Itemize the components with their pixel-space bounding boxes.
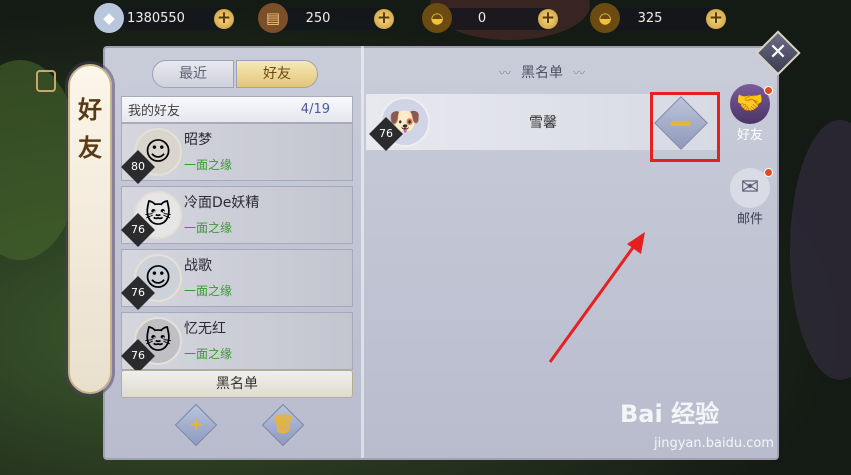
pointer-arrow: [548, 232, 645, 363]
friend-item[interactable]: ☺ 80 昭梦 一面之缘: [121, 123, 353, 184]
friend-relation: 一面之缘: [184, 158, 233, 172]
lantern-ornament-icon: [36, 70, 56, 92]
notification-dot: [764, 168, 773, 177]
watermark-logo: Bai 经验: [620, 400, 720, 428]
add-gold-button[interactable]: +: [538, 9, 558, 29]
resource-value: 250: [305, 11, 331, 26]
resource-value: 325: [637, 11, 663, 26]
trash-icon: 🗑: [271, 414, 295, 435]
panel-divider: [361, 46, 364, 458]
blacklist-button[interactable]: 黑名单: [121, 370, 353, 398]
friend-item[interactable]: 🐱 76 忆无红 一面之缘: [121, 312, 353, 373]
side-title-char-2: 友: [78, 133, 102, 162]
resource-locked-gold: ◒ 325 +: [590, 3, 726, 33]
resource-silver: ◆ 1380550 +: [94, 3, 234, 33]
nav-friends-label: 好友: [736, 128, 763, 143]
friend-tabs: 最近 好友: [152, 60, 318, 88]
friend-item[interactable]: 🐱 76 冷面De妖精 一面之缘: [121, 186, 353, 247]
background-foliage: [790, 120, 851, 380]
side-title-char-1: 好: [78, 95, 102, 124]
nav-mail-label: 邮件: [736, 212, 763, 227]
add-locked-gold-button[interactable]: +: [706, 9, 726, 29]
friend-relation: 一面之缘: [184, 221, 233, 235]
tab-friends[interactable]: 好友: [236, 60, 318, 88]
friend-list: 我的好友 4/19 ☺ 80 昭梦 一面之缘 🐱 76 冷面De妖精 一面之缘 …: [121, 96, 353, 373]
blacklist-title: 黑名单: [365, 62, 719, 82]
friend-name: 战歌: [184, 258, 212, 274]
resource-gold: ◒ 0 +: [422, 3, 558, 33]
level-badge: 76: [121, 213, 155, 247]
resource-value: 1380550: [127, 11, 185, 26]
plus-icon: +: [188, 414, 204, 435]
level-badge: 76: [121, 339, 155, 373]
friend-list-title: 我的好友: [128, 104, 181, 119]
resource-value: 0: [477, 11, 487, 26]
highlight-box: [650, 92, 720, 162]
friend-item[interactable]: ☺ 76 战歌 一面之缘: [121, 249, 353, 310]
close-icon: ✕: [768, 40, 788, 65]
add-coupon-button[interactable]: +: [374, 9, 394, 29]
add-silver-button[interactable]: +: [214, 9, 234, 29]
friend-name: 冷面De妖精: [184, 195, 260, 211]
tab-recent[interactable]: 最近: [152, 60, 234, 88]
friend-list-header: 我的好友 4/19: [121, 96, 353, 123]
level-badge: 80: [121, 150, 155, 184]
friend-name: 忆无红: [184, 321, 226, 337]
friend-count: 4/19: [300, 102, 330, 117]
friend-relation: 一面之缘: [184, 284, 233, 298]
notification-dot: [764, 86, 773, 95]
friend-name: 昭梦: [184, 132, 212, 148]
resource-coupon: ▤ 250 +: [258, 3, 394, 33]
friend-relation: 一面之缘: [184, 347, 233, 361]
side-title-banner: 好 友: [68, 64, 112, 394]
level-badge: 76: [121, 276, 155, 310]
watermark-url: jingyan.baidu.com: [654, 436, 774, 451]
